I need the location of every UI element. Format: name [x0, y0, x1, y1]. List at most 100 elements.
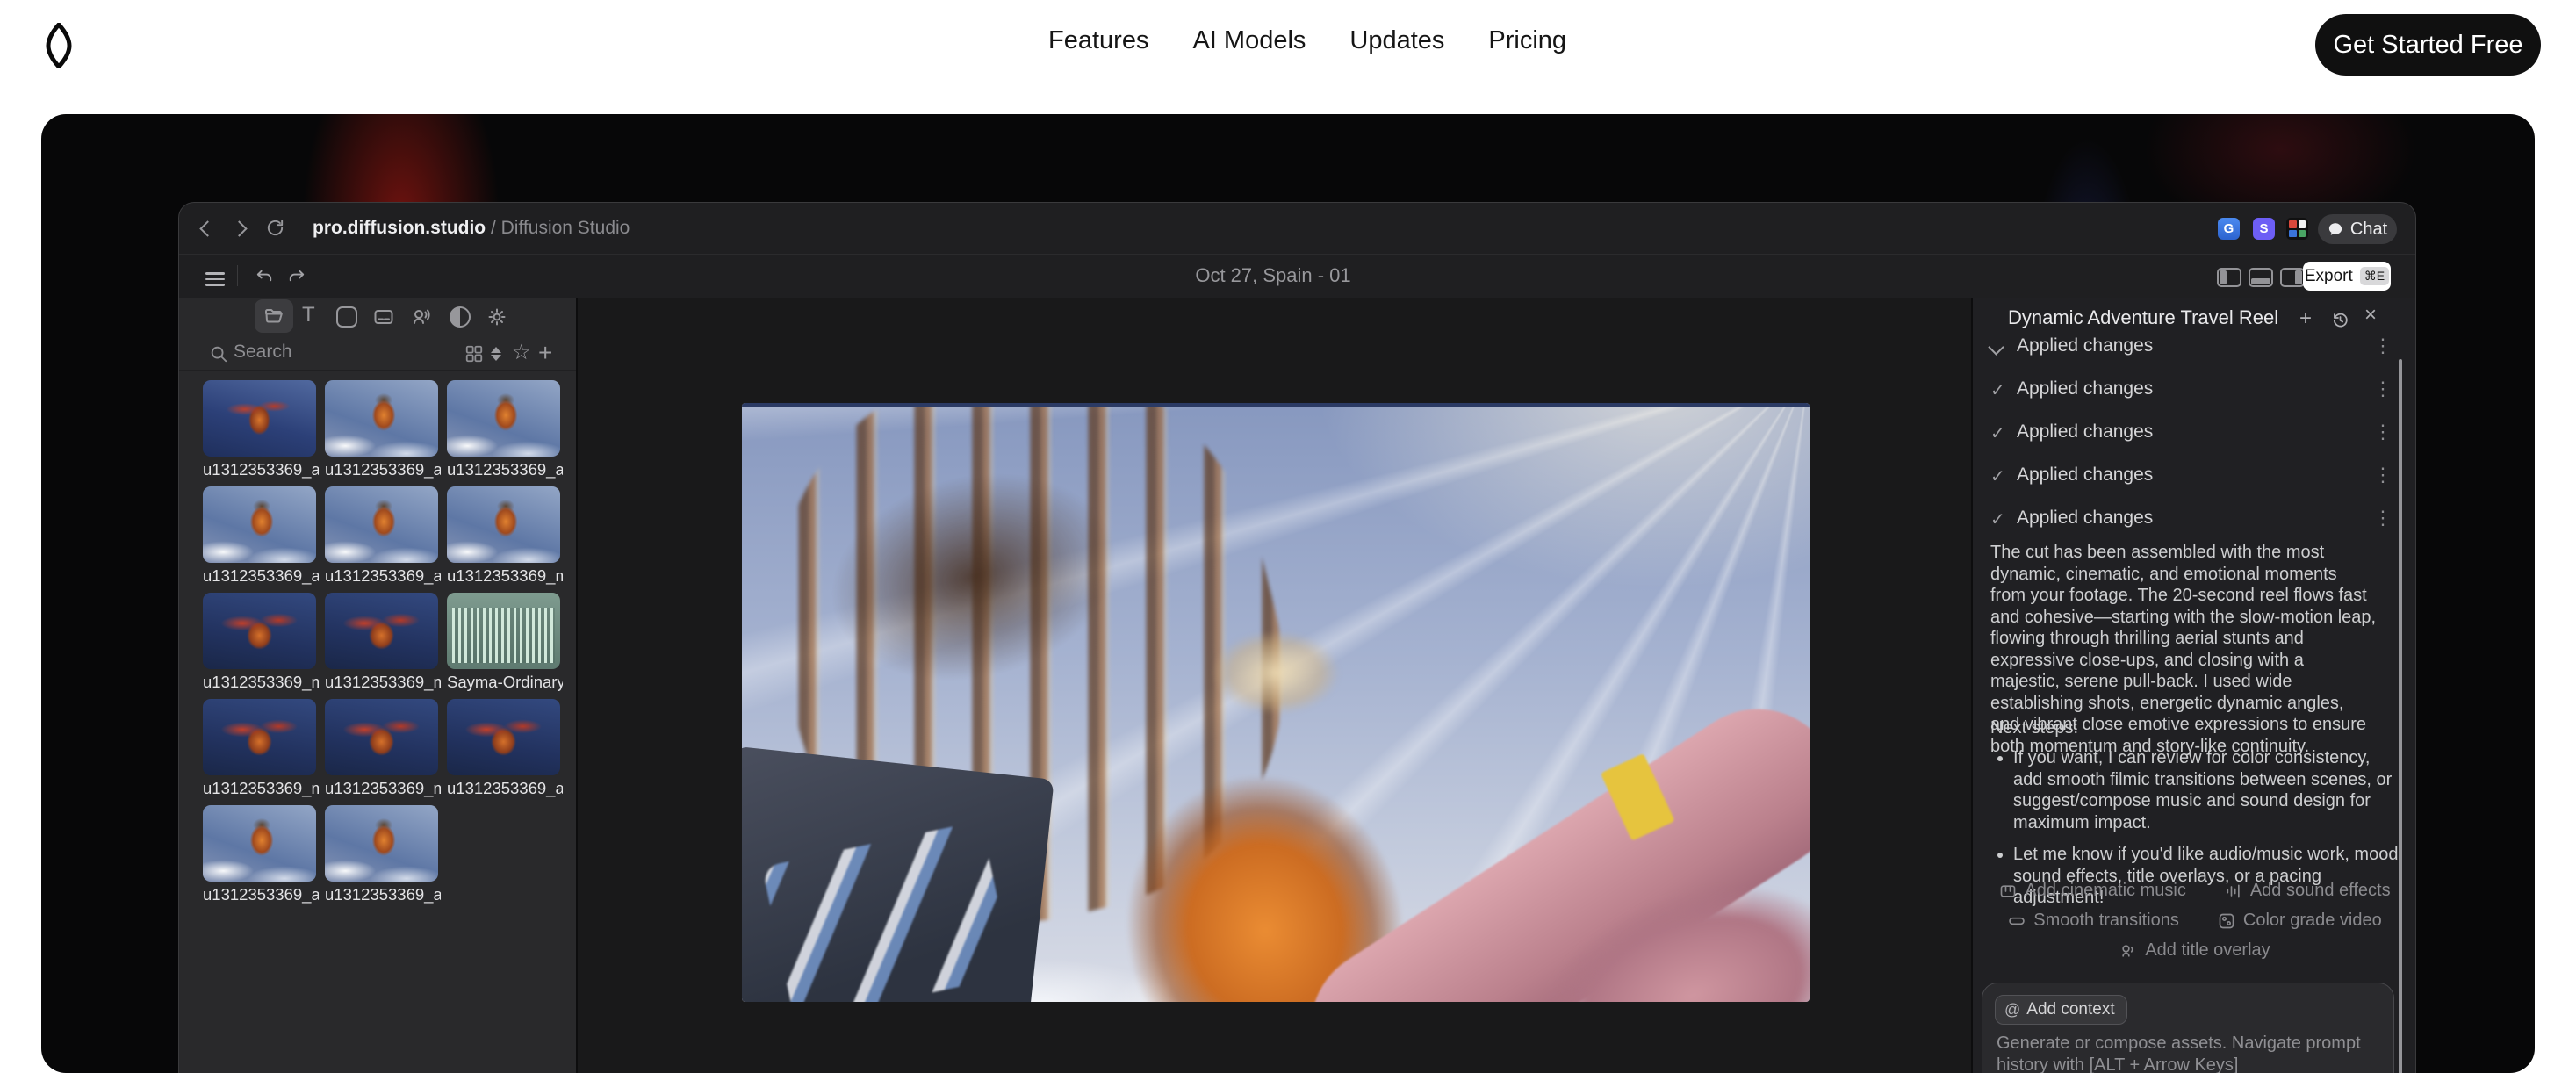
nav-link-pricing[interactable]: Pricing [1488, 26, 1566, 55]
asset-thumbnail[interactable] [325, 699, 438, 775]
applied-changes-row[interactable]: ✓ Applied changes ⋮ [1973, 462, 2416, 492]
browser-forward-icon[interactable] [234, 223, 245, 239]
export-button[interactable]: Export ⌘E [2303, 262, 2391, 291]
letterbox-edge [742, 403, 1810, 407]
redo-icon[interactable] [286, 266, 306, 291]
add-asset-icon[interactable]: + [538, 339, 552, 367]
blue-jacket-shoulder [742, 746, 1054, 1002]
chat-button[interactable]: Chat [2318, 214, 2397, 244]
browser-back-icon[interactable] [202, 223, 213, 239]
asset-label: u1312353369_moti... [325, 673, 441, 692]
asset-label: u1312353369_moti... [203, 673, 319, 692]
row-menu-icon[interactable]: ⋮ [2373, 335, 2393, 357]
row-menu-icon[interactable]: ⋮ [2373, 507, 2393, 529]
asset-thumbnail[interactable] [203, 486, 316, 563]
extension-icon-mosaic[interactable] [2286, 218, 2308, 240]
check-icon: ✓ [1990, 465, 2005, 487]
title-overlay-icon [2119, 942, 2137, 960]
page: Features AI Models Updates Pricing Get S… [0, 0, 2576, 1073]
suggestion-add-title-overlay[interactable]: Add title overlay [2119, 940, 2270, 961]
browser-reload-icon[interactable] [265, 218, 285, 242]
asset-thumbnail[interactable] [203, 380, 316, 457]
asset-thumbnail[interactable] [203, 593, 316, 669]
panel-scrollbar[interactable] [2399, 359, 2402, 1073]
asset-label: u1312353369_aeri... [325, 566, 441, 586]
asset-label: u1312353369_moti... [203, 779, 319, 798]
close-panel-icon[interactable]: × [2364, 305, 2377, 326]
brand-lens-logo[interactable] [46, 23, 72, 68]
asset-label: u1312353369_a_w... [447, 460, 563, 479]
asset-thumbnail[interactable] [447, 699, 560, 775]
history-icon[interactable] [2331, 311, 2349, 334]
browser-chrome: pro.diffusion.studio / Diffusion Studio … [179, 203, 2415, 255]
applied-changes-row[interactable]: ✓ Applied changes ⋮ [1973, 419, 2416, 449]
applied-changes-label: Applied changes [2017, 378, 2153, 400]
applied-changes-row[interactable]: ✓ Applied changes ⋮ [1973, 376, 2416, 406]
prompt-composer[interactable]: @ Add context Generate or compose assets… [1982, 983, 2394, 1073]
sort-order-icon[interactable] [491, 345, 501, 363]
asset-search[interactable]: Search ☆ + [179, 340, 576, 371]
asset-thumbnail[interactable] [325, 593, 438, 669]
settings-gear-icon[interactable] [486, 306, 507, 332]
suggestion-add-sound-effects[interactable]: Add sound effects [2225, 881, 2391, 901]
favorites-star-icon[interactable]: ☆ [512, 340, 531, 365]
adjust-tool[interactable] [450, 306, 471, 328]
text-tool[interactable]: T [302, 306, 315, 325]
toggle-left-panel-icon[interactable] [2217, 268, 2241, 287]
asset-label: u1312353369_aeri... [325, 885, 441, 904]
grid-view-icon[interactable] [464, 344, 484, 364]
undo-icon[interactable] [255, 266, 275, 291]
hand [1212, 630, 1340, 714]
nav-link-updates[interactable]: Updates [1349, 26, 1444, 55]
applied-changes-row[interactable]: Applied changes ⋮ [1973, 333, 2416, 363]
add-context-chip[interactable]: @ Add context [1995, 995, 2127, 1025]
nav-link-features[interactable]: Features [1048, 26, 1148, 55]
toggle-bottom-panel-icon[interactable] [2249, 268, 2273, 287]
row-menu-icon[interactable]: ⋮ [2373, 421, 2393, 443]
suggestion-color-grade[interactable]: Color grade video [2218, 911, 2382, 931]
captions-tool[interactable] [373, 306, 394, 332]
row-menu-icon[interactable]: ⋮ [2373, 378, 2393, 400]
applied-changes-row[interactable]: ✓ Applied changes ⋮ [1973, 505, 2416, 535]
asset-thumbnail[interactable] [447, 486, 560, 563]
asset-thumbnail[interactable] [447, 380, 560, 457]
prompt-placeholder: Generate or compose assets. Navigate pro… [1997, 1033, 2376, 1073]
menu-icon[interactable] [205, 269, 225, 290]
asset-thumbnail[interactable] [325, 380, 438, 457]
asset-label: u1312353369_a_w... [203, 885, 319, 904]
asset-thumbnail[interactable] [325, 805, 438, 882]
asset-label: u1312353369_a_fir... [203, 460, 319, 479]
voiceover-tool[interactable] [411, 306, 432, 332]
get-started-button[interactable]: Get Started Free [2315, 14, 2541, 76]
search-icon [209, 344, 228, 364]
asset-thumbnail[interactable] [203, 699, 316, 775]
project-title: Dynamic Adventure Travel Reel [2008, 306, 2278, 329]
app-window: pro.diffusion.studio / Diffusion Studio … [178, 202, 2416, 1073]
hero-panel: pro.diffusion.studio / Diffusion Studio … [41, 114, 2535, 1073]
export-shortcut: ⌘E [2360, 267, 2389, 285]
url-site: pro.diffusion.studio [313, 218, 486, 238]
export-label: Export [2305, 267, 2353, 286]
new-chat-icon[interactable]: + [2299, 308, 2312, 329]
applied-changes-label: Applied changes [2017, 508, 2153, 529]
media-folder-tool[interactable] [263, 306, 284, 332]
chat-bubble-icon [2328, 221, 2343, 237]
audio-asset-thumbnail[interactable] [447, 593, 560, 669]
row-menu-icon[interactable]: ⋮ [2373, 464, 2393, 486]
asset-label: u1312353369_moti... [325, 779, 441, 798]
asset-thumbnail[interactable] [325, 486, 438, 563]
extension-icon-translate[interactable]: G [2218, 218, 2240, 240]
suggestion-smooth-transitions[interactable]: Smooth transitions [2008, 911, 2179, 931]
sequence-title[interactable]: Oct 27, Spain - 01 [1195, 254, 1350, 298]
check-icon: ✓ [1990, 508, 2005, 530]
preview-canvas[interactable] [578, 298, 1971, 1073]
video-preview[interactable] [742, 403, 1810, 1002]
nav-link-ai-models[interactable]: AI Models [1192, 26, 1306, 55]
toggle-right-panel-icon[interactable] [2280, 268, 2305, 287]
address-bar[interactable]: pro.diffusion.studio / Diffusion Studio [313, 203, 630, 254]
extension-icon-s[interactable]: S [2253, 218, 2275, 240]
asset-thumbnail[interactable] [203, 805, 316, 882]
shape-tool[interactable] [336, 306, 357, 328]
suggestion-add-cinematic-music[interactable]: Add cinematic music [1999, 881, 2185, 901]
top-nav: Features AI Models Updates Pricing [1048, 0, 1566, 81]
